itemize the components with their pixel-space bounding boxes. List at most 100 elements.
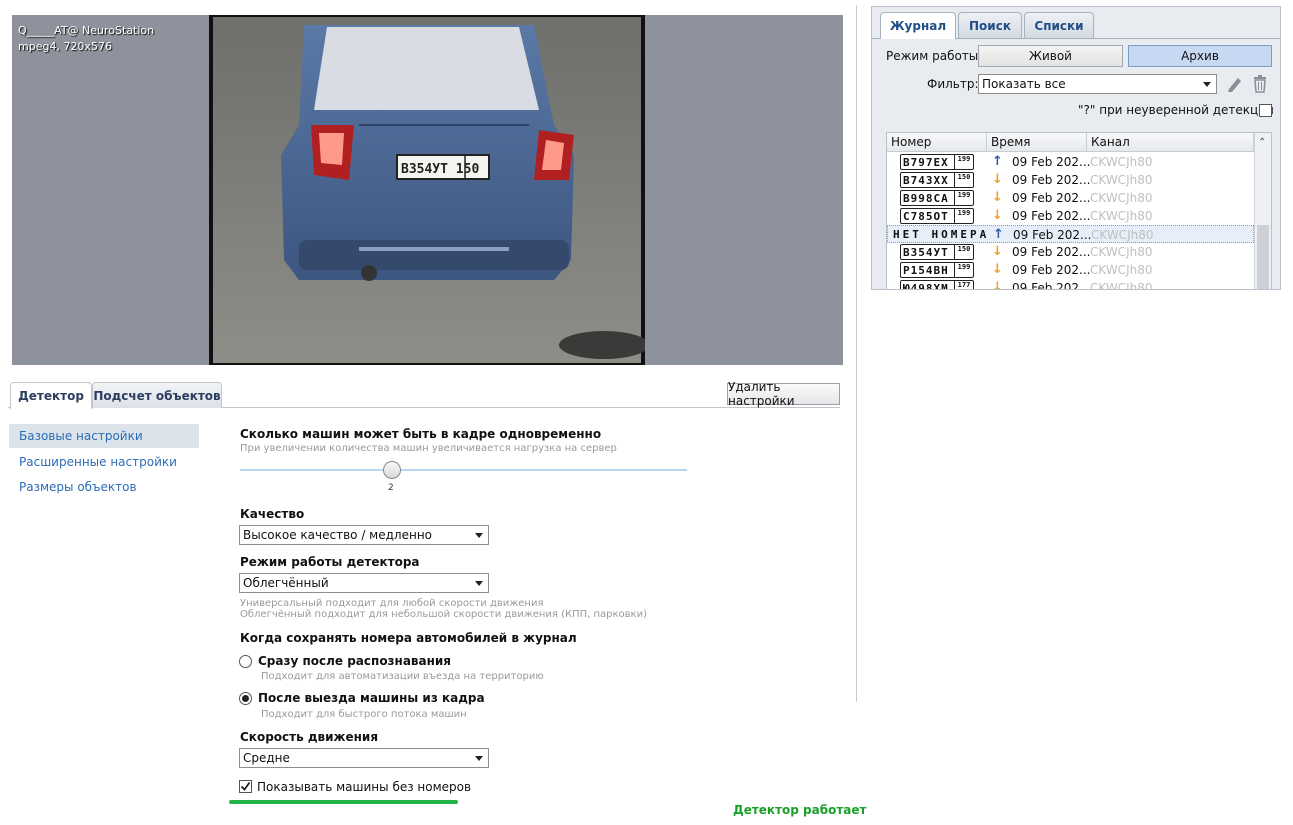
- table-row[interactable]: В797ЕХ 199 ↑ 09 Feb 202... CKWCJh80: [887, 153, 1254, 171]
- cars-slider-thumb[interactable]: [383, 461, 401, 479]
- column-header-label: Канал: [1091, 135, 1130, 149]
- plate-region: 199: [954, 209, 973, 223]
- detector-mode-value: Облегчённый: [243, 576, 329, 590]
- sidebar-item-label: Размеры объектов: [19, 480, 137, 494]
- radio-after-exit-hint: Подходит для быстрого потока машин: [261, 709, 467, 720]
- delete-settings-button[interactable]: Удалить настройки: [727, 380, 840, 408]
- detector-mode-title: Режим работы детектора: [240, 555, 420, 569]
- camera-frame: В354УТ 150: [209, 15, 645, 365]
- show-no-plates-checkbox[interactable]: [239, 780, 252, 793]
- tab-detector[interactable]: Детектор: [10, 382, 92, 409]
- plate-region: 199: [954, 191, 973, 205]
- speed-value: Средне: [243, 751, 290, 765]
- detector-status: Детектор работает: [733, 803, 867, 817]
- time-cell: 09 Feb 202...: [1012, 155, 1091, 169]
- show-no-plates-label[interactable]: Показывать машины без номеров: [257, 780, 471, 794]
- no-plate-text: НЕТ НОМЕРА: [893, 228, 990, 241]
- arrow-down-icon: ↓: [992, 190, 1003, 205]
- edit-filter-icon[interactable]: [1226, 75, 1242, 96]
- license-plate: Р154ВН 199: [900, 262, 974, 278]
- trash-icon[interactable]: [1252, 75, 1268, 96]
- tab-object-counting[interactable]: Подсчет объектов: [92, 382, 222, 408]
- time-cell: 09 Feb 202...: [1012, 281, 1091, 290]
- table-row[interactable]: НЕТ НОМЕРА ↑ 09 Feb 202... CKWCJh80: [887, 225, 1254, 243]
- table-row[interactable]: С785ОТ 199 ↓ 09 Feb 202... CKWCJh80: [887, 207, 1254, 225]
- cars-slider-track[interactable]: [240, 469, 687, 471]
- highlight-underline: [229, 800, 458, 804]
- radio-after-exit[interactable]: [239, 692, 252, 705]
- table-row[interactable]: Р154ВН 199 ↓ 09 Feb 202... CKWCJh80: [887, 261, 1254, 279]
- detector-mode-select[interactable]: Облегчённый: [239, 573, 489, 593]
- tab-object-counting-label: Подсчет объектов: [93, 388, 221, 403]
- cars-in-frame-hint: При увеличении количества машин увеличив…: [240, 443, 617, 454]
- stream-info: mpeg4, 720x576: [18, 40, 112, 53]
- sidebar-item-basic[interactable]: Базовые настройки: [9, 424, 199, 448]
- column-header-number[interactable]: Номер: [887, 133, 987, 152]
- delete-settings-label: Удалить настройки: [728, 380, 795, 408]
- tab-lists[interactable]: Списки: [1024, 12, 1094, 38]
- channel-cell: CKWCJh80: [1090, 281, 1153, 290]
- uncertain-label: "?" при неуверенной детекции: [1078, 103, 1274, 117]
- table-row[interactable]: В998СА 199 ↓ 09 Feb 202... CKWCJh80: [887, 189, 1254, 207]
- column-header-label: Время: [991, 135, 1031, 149]
- quality-value: Высокое качество / медленно: [243, 528, 432, 542]
- column-header-channel[interactable]: Канал: [1087, 133, 1254, 152]
- mode-live-label: Живой: [1029, 49, 1072, 63]
- table-row[interactable]: В743ХХ 150 ↓ 09 Feb 202... CKWCJh80: [887, 171, 1254, 189]
- radio-after-exit-label[interactable]: После выезда машины из кадра: [258, 691, 485, 705]
- scrollbar[interactable]: ⌃: [1254, 133, 1271, 289]
- table-row[interactable]: Ю498ХМ 177 ↓ 09 Feb 202... CKWCJh80: [887, 279, 1254, 290]
- plate-number: С785ОТ: [903, 209, 949, 223]
- sidebar-item-object-sizes[interactable]: Размеры объектов: [9, 475, 199, 499]
- column-header-time[interactable]: Время: [987, 133, 1087, 152]
- camera-overlay: Q_____AT@ NeuroStation mpeg4, 720x576: [18, 23, 154, 55]
- scrollbar-thumb[interactable]: [1257, 225, 1269, 289]
- scroll-up-icon[interactable]: ⌃: [1258, 137, 1266, 148]
- arrow-down-icon: ↓: [992, 262, 1003, 277]
- time-cell: 09 Feb 202...: [1012, 263, 1091, 277]
- chevron-down-icon: [475, 533, 483, 538]
- sidebar-item-label: Базовые настройки: [19, 429, 143, 443]
- mode-live-button[interactable]: Живой: [978, 45, 1123, 67]
- arrow-up-icon: ↑: [992, 154, 1003, 169]
- plate-region: 150: [954, 245, 973, 259]
- radio-immediately-label[interactable]: Сразу после распознавания: [258, 654, 451, 668]
- arrow-down-icon: ↓: [992, 244, 1003, 259]
- mode-archive-button[interactable]: Архив: [1128, 45, 1272, 67]
- sidebar-item-advanced[interactable]: Расширенные настройки: [9, 450, 199, 474]
- quality-select[interactable]: Высокое качество / медленно: [239, 525, 489, 545]
- radio-immediately-hint: Подходит для автоматизации въезда на тер…: [261, 671, 544, 682]
- video-preview[interactable]: Q_____AT@ NeuroStation mpeg4, 720x576 В3…: [12, 15, 843, 365]
- radio-immediately[interactable]: [239, 655, 252, 668]
- channel-cell: CKWCJh80: [1090, 263, 1153, 277]
- mode-label: Режим работы:: [886, 49, 983, 63]
- time-cell: 09 Feb 202...: [1012, 173, 1091, 187]
- time-cell: 09 Feb 202...: [1013, 228, 1092, 242]
- journal-panel: Журнал Поиск Списки Режим работы: Живой …: [871, 6, 1281, 290]
- checkmark-icon: [240, 781, 251, 791]
- channel-cell: CKWCJh80: [1090, 173, 1153, 187]
- column-header-label: Номер: [891, 135, 932, 149]
- detector-mode-hint-2: Облегчённый подходит для небольшой скоро…: [240, 609, 648, 620]
- camera-name: Q_____AT@ NeuroStation: [18, 24, 155, 37]
- cars-slider-value: 2: [388, 483, 394, 493]
- chevron-down-icon: [1203, 82, 1211, 87]
- channel-cell: CKWCJh80: [1090, 191, 1153, 205]
- quality-title: Качество: [240, 507, 305, 521]
- license-plate: С785ОТ 199: [900, 208, 974, 224]
- tab-search-label: Поиск: [969, 18, 1011, 33]
- tab-detector-label: Детектор: [18, 389, 84, 403]
- license-plate: В743ХХ 150: [900, 172, 974, 188]
- time-cell: 09 Feb 202...: [1012, 191, 1091, 205]
- arrow-down-icon: ↓: [992, 280, 1003, 290]
- tab-search[interactable]: Поиск: [958, 12, 1022, 38]
- table-row[interactable]: В354УТ 150 ↓ 09 Feb 202... CKWCJh80: [887, 243, 1254, 261]
- mode-archive-label: Архив: [1181, 49, 1219, 63]
- uncertain-checkbox[interactable]: [1259, 104, 1272, 117]
- panel-divider[interactable]: [856, 5, 857, 702]
- tab-journal-label: Журнал: [889, 19, 947, 33]
- filter-select[interactable]: Показать все: [978, 74, 1217, 94]
- speed-select[interactable]: Средне: [239, 748, 489, 768]
- tab-journal[interactable]: Журнал: [880, 12, 956, 39]
- filter-value: Показать все: [982, 77, 1066, 91]
